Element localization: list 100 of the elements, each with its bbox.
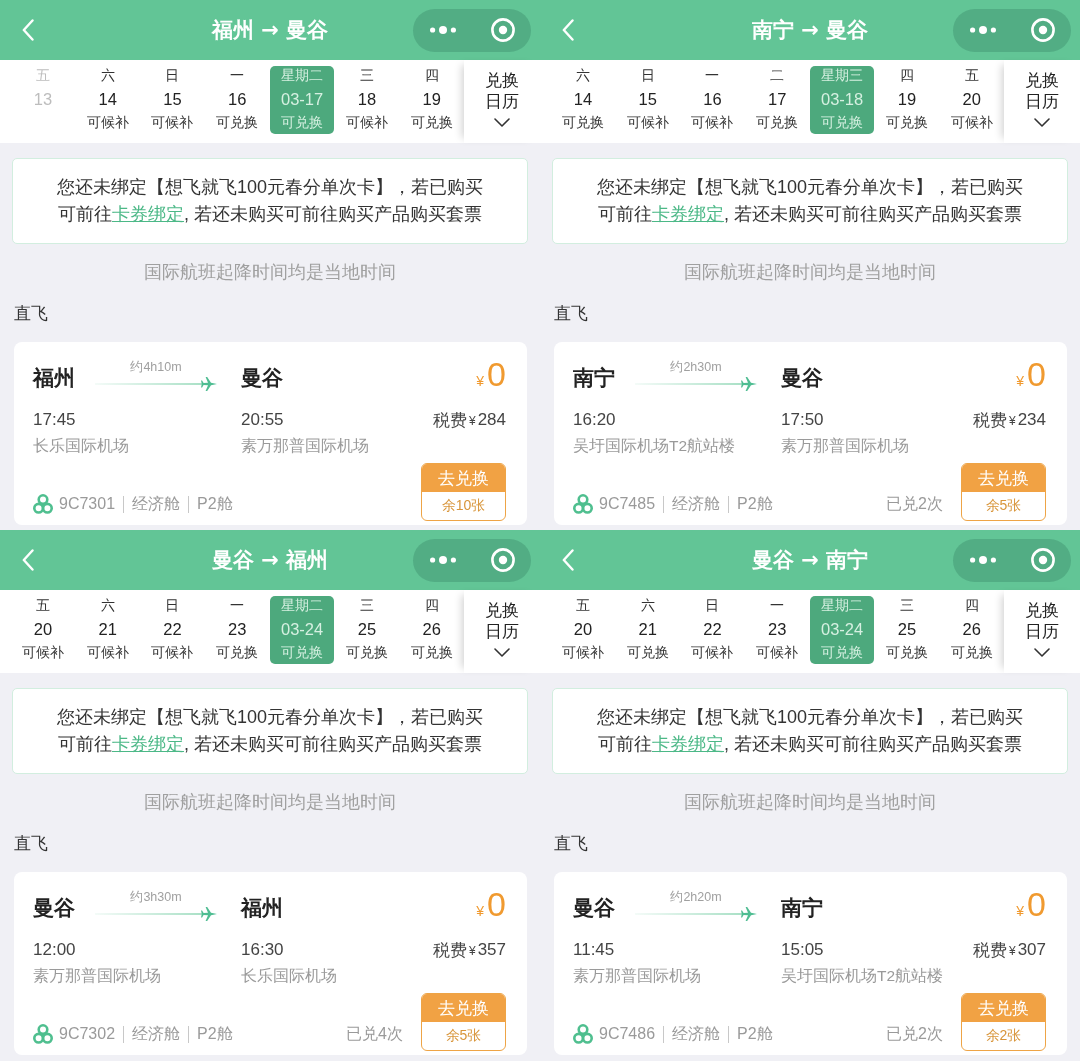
date-tab[interactable]: 日 22 可候补 (140, 596, 205, 664)
calendar-button[interactable]: 兑换日历 (1004, 590, 1080, 673)
date-tab[interactable]: 六 21 可候补 (75, 596, 141, 664)
cabin-class: 经济舱 (132, 1024, 181, 1044)
departure-city: 曼谷 (573, 894, 615, 921)
date-tab[interactable]: 六 14 可兑换 (550, 66, 616, 134)
back-icon[interactable] (562, 549, 574, 571)
arrival-time: 17:50 (781, 408, 824, 431)
three-ring-logo-icon (33, 1024, 53, 1044)
date-tab[interactable]: 三 25 可兑换 (334, 596, 400, 664)
date-tab[interactable]: 日 15 可候补 (140, 66, 205, 134)
chevron-down-icon (494, 118, 511, 127)
more-icon[interactable] (970, 26, 996, 34)
flight-number: 9C7302 (59, 1024, 116, 1044)
date-tab[interactable]: 五 20 可候补 (10, 596, 76, 664)
fare-class: P2舱 (737, 1024, 773, 1044)
notice-text: 您还未绑定【想飞就飞100元春分单次卡】，若已购买 可前往卡券绑定, 若还未购买可前往购买产品购买套票 (56, 176, 483, 226)
arrival-airport: 素万那普国际机场 (781, 436, 909, 456)
calendar-button[interactable]: 兑换日历 (464, 60, 540, 143)
redeemed-count: 已兑2次 (886, 494, 943, 514)
arrival-city: 福州 (241, 894, 283, 921)
date-tab[interactable]: 三 18 可候补 (334, 66, 400, 134)
timezone-note: 国际航班起降时间均是当地时间 (684, 791, 936, 814)
date-tab[interactable]: 五 20 可候补 (550, 596, 616, 664)
date-tab[interactable]: 四 26 可兑换 (939, 596, 1005, 664)
fare-class: P2舱 (197, 1024, 233, 1044)
section-label: 直飞 (14, 303, 48, 325)
flight-number: 9C7485 (599, 494, 656, 514)
tax-label: 税费 (432, 939, 467, 962)
calendar-button[interactable]: 兑换日历 (1004, 60, 1080, 143)
departure-city: 曼谷 (33, 894, 75, 921)
flight-duration: 约2h30m (670, 359, 722, 374)
tax-label: 税费 (432, 409, 467, 432)
page-title: 南宁 → 曼谷 (751, 17, 869, 44)
arrival-city: 曼谷 (781, 364, 823, 391)
back-icon[interactable] (22, 19, 34, 41)
flight-duration: 约2h20m (670, 889, 722, 904)
cabin-class: 经济舱 (132, 494, 181, 514)
departure-airport: 长乐国际机场 (33, 436, 129, 456)
tax-amount: ¥307 (1008, 939, 1046, 961)
back-icon[interactable] (22, 549, 34, 571)
date-tab[interactable]: 日 22 可候补 (680, 596, 745, 664)
date-tab[interactable]: 六 21 可兑换 (615, 596, 681, 664)
arrival-time: 16:30 (241, 938, 284, 961)
tax-amount: ¥357 (468, 939, 506, 961)
circle-dot-icon[interactable] (491, 18, 515, 42)
date-tab[interactable]: 一 23 可候补 (744, 596, 810, 664)
circle-dot-icon[interactable] (1031, 18, 1055, 42)
page-title: 曼谷 → 福州 (211, 547, 329, 574)
cabin-class: 经济舱 (672, 1024, 721, 1044)
date-tab[interactable]: 四 19 可兑换 (874, 66, 940, 134)
departure-time: 16:20 (573, 408, 616, 431)
circle-dot-icon[interactable] (491, 548, 515, 572)
section-label: 直飞 (554, 303, 588, 325)
arrival-time: 20:55 (241, 408, 284, 431)
price: ¥0 (1016, 889, 1046, 925)
three-ring-logo-icon (573, 494, 593, 514)
departure-airport: 素万那普国际机场 (573, 966, 701, 986)
notice-text: 您还未绑定【想飞就飞100元春分单次卡】，若已购买 可前往卡券绑定, 若还未购买可前往购买产品购买套票 (596, 706, 1023, 756)
chevron-down-icon (1034, 118, 1051, 127)
arrival-time: 15:05 (781, 938, 824, 961)
plane-icon (201, 376, 217, 391)
flight-duration: 约3h30m (130, 889, 182, 904)
cabin-class: 经济舱 (672, 494, 721, 514)
page-title: 福州 → 曼谷 (211, 17, 329, 44)
date-tab[interactable]: 一 16 可候补 (680, 66, 745, 134)
date-tab[interactable]: 日 15 可候补 (615, 66, 681, 134)
fare-class: P2舱 (737, 494, 773, 514)
departure-city: 南宁 (573, 364, 615, 391)
more-icon[interactable] (970, 556, 996, 564)
chevron-down-icon (1034, 648, 1051, 657)
price: ¥0 (476, 889, 506, 925)
date-tab[interactable]: 二 17 可兑换 (744, 66, 810, 134)
flight-duration: 约4h10m (130, 359, 182, 374)
date-tab[interactable]: 三 25 可兑换 (874, 596, 940, 664)
arrival-airport: 吴圩国际机场T2航站楼 (781, 966, 944, 986)
more-icon[interactable] (430, 556, 456, 564)
timezone-note: 国际航班起降时间均是当地时间 (144, 791, 396, 814)
arrival-city: 曼谷 (241, 364, 283, 391)
redeemed-count: 已兑4次 (346, 1024, 403, 1044)
flight-number: 9C7486 (599, 1024, 656, 1044)
calendar-button[interactable]: 兑换日历 (464, 590, 540, 673)
back-icon[interactable] (562, 19, 574, 41)
departure-time: 17:45 (33, 408, 76, 431)
date-tab[interactable]: 六 14 可候补 (75, 66, 141, 134)
fare-class: P2舱 (197, 494, 233, 514)
circle-dot-icon[interactable] (1031, 548, 1055, 572)
date-tab[interactable]: 五 20 可候补 (939, 66, 1005, 134)
date-tab[interactable]: 四 19 可兑换 (399, 66, 465, 134)
date-tab[interactable]: 一 23 可兑换 (204, 596, 270, 664)
departure-time: 11:45 (573, 938, 615, 961)
section-label: 直飞 (14, 833, 48, 855)
departure-time: 12:00 (33, 938, 76, 961)
tax-label: 税费 (972, 939, 1007, 962)
date-tab[interactable]: 四 26 可兑换 (399, 596, 465, 664)
departure-airport: 吴圩国际机场T2航站楼 (573, 436, 736, 456)
timezone-note: 国际航班起降时间均是当地时间 (144, 261, 396, 284)
page-title: 曼谷 → 南宁 (751, 547, 869, 574)
more-icon[interactable] (430, 26, 456, 34)
date-tab[interactable]: 一 16 可兑换 (204, 66, 270, 134)
